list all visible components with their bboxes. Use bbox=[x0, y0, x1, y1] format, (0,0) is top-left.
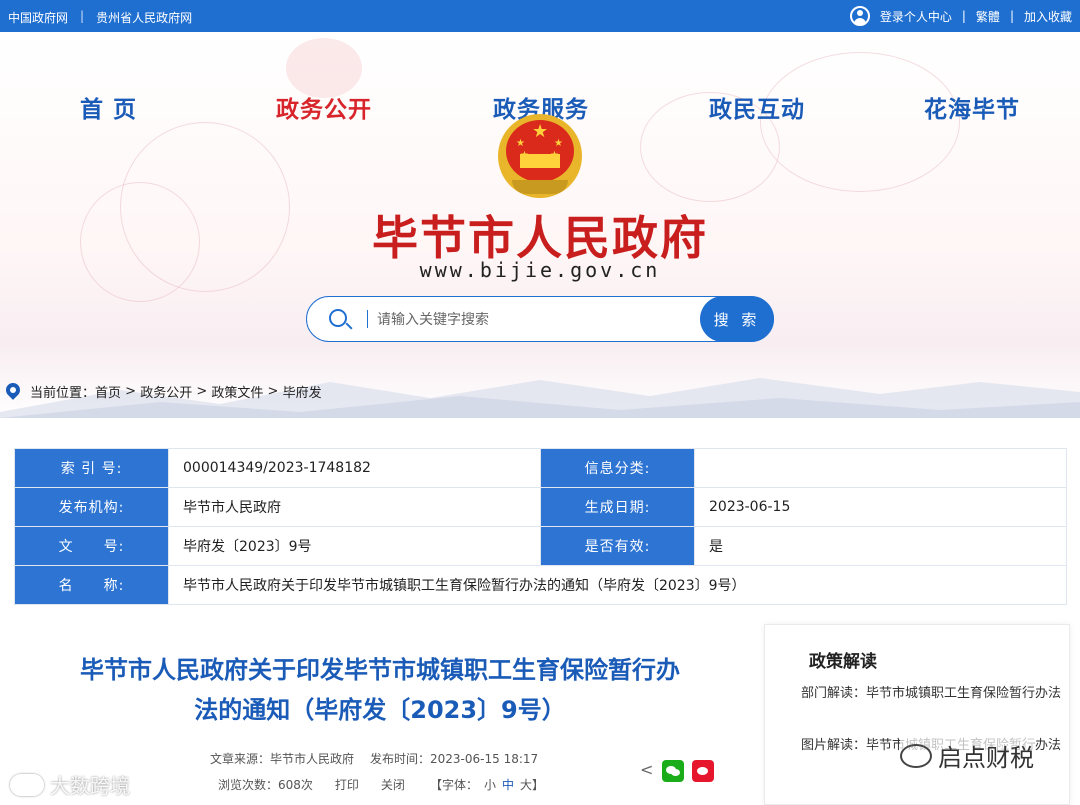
add-favorite-link[interactable]: 加入收藏 bbox=[1024, 8, 1072, 25]
watermark-right: 启点财税 bbox=[900, 738, 1034, 773]
table-row: 文 号: 毕府发〔2023〕9号 是否有效: 是 bbox=[14, 526, 1067, 566]
breadcrumb-sep: > bbox=[263, 384, 283, 399]
breadcrumb-prefix: 当前位置： bbox=[30, 386, 96, 401]
date-value: 2023-06-15 bbox=[694, 487, 1067, 527]
search-bar: 搜 索 bbox=[306, 296, 774, 342]
breadcrumb-gov-affairs[interactable]: 政务公开 bbox=[140, 382, 192, 401]
view-count: 浏览次数：608次 bbox=[218, 778, 313, 792]
decorative-flower bbox=[80, 182, 200, 302]
share-icon[interactable] bbox=[640, 760, 654, 779]
user-center-link[interactable]: 登录个人中心 bbox=[880, 8, 952, 25]
wechat-icon[interactable] bbox=[662, 760, 684, 782]
top-bar: 中国政府网 | 贵州省人民政府网 登录个人中心 | 繁體 | 加入收藏 bbox=[0, 0, 1080, 32]
separator: | bbox=[80, 9, 85, 23]
font-small-button[interactable]: 小 bbox=[484, 778, 496, 792]
watermark-right-text: 启点财税 bbox=[938, 744, 1034, 772]
info-section: 索 引 号: 000014349/2023-1748182 信息分类: 发布机构… bbox=[0, 418, 1080, 638]
breadcrumb-policy-docs[interactable]: 政策文件 bbox=[211, 382, 263, 401]
article-source: 文章来源：毕节市人民政府 bbox=[210, 752, 355, 766]
search-input[interactable] bbox=[377, 306, 697, 332]
font-label: 【字体： bbox=[429, 778, 478, 792]
publisher-label: 发布机构: bbox=[14, 487, 169, 527]
article-meta: 文章来源：毕节市人民政府 发布时间：2023-06-15 18:17 bbox=[210, 750, 538, 767]
national-emblem-icon: ★ ★ ★ ★ ★ bbox=[498, 114, 582, 198]
font-large-button[interactable]: 大】 bbox=[520, 778, 544, 792]
nav-gov-affairs-open[interactable]: 政务公开 bbox=[276, 90, 372, 124]
watermark-logo-icon bbox=[10, 773, 44, 796]
index-value: 000014349/2023-1748182 bbox=[168, 448, 541, 488]
breadcrumb: 当前位置： 首页 > 政务公开 > 政策文件 > 毕府发 bbox=[6, 382, 322, 401]
nav-interaction[interactable]: 政民互动 bbox=[709, 90, 805, 124]
index-label: 索 引 号: bbox=[14, 448, 169, 488]
name-label: 名 称: bbox=[14, 565, 169, 605]
table-row: 名 称: 毕节市人民政府关于印发毕节市城镇职工生育保险暂行办法的通知（毕府发〔2… bbox=[14, 565, 1067, 605]
breadcrumb-sep: > bbox=[192, 384, 212, 399]
weibo-icon[interactable] bbox=[692, 760, 714, 782]
location-pin-icon bbox=[6, 383, 20, 401]
share-bar bbox=[640, 760, 714, 782]
separator: | bbox=[1009, 9, 1014, 23]
policy-interpretation-panel: 政策解读 部门解读：毕节市城镇职工生育保险暂行办法 图片解读：毕节市城镇职工生育… bbox=[764, 624, 1070, 805]
breadcrumb-bifufa[interactable]: 毕府发 bbox=[283, 382, 322, 401]
article-tools: 浏览次数：608次 打印 关闭 【字体： 小中大】 bbox=[218, 776, 547, 793]
close-button[interactable]: 关闭 bbox=[381, 776, 405, 793]
article-title: 毕节市人民政府关于印发毕节市城镇职工生育保险暂行办 法的通知（毕府发〔2023〕… bbox=[30, 650, 730, 730]
font-medium-button[interactable]: 中 bbox=[502, 778, 514, 792]
article-title-line1: 毕节市人民政府关于印发毕节市城镇职工生育保险暂行办 bbox=[80, 656, 680, 684]
print-button[interactable]: 打印 bbox=[335, 776, 359, 793]
table-row: 发布机构: 毕节市人民政府 生成日期: 2023-06-15 bbox=[14, 487, 1067, 527]
traditional-chinese-link[interactable]: 繁體 bbox=[976, 8, 1000, 25]
date-label: 生成日期: bbox=[540, 487, 695, 527]
font-size-options: 【字体： 小中大】 bbox=[427, 776, 547, 793]
category-value bbox=[694, 448, 1067, 488]
watermark-logo-icon bbox=[900, 743, 932, 768]
search-icon bbox=[329, 309, 347, 327]
docno-label: 文 号: bbox=[14, 526, 169, 566]
side-item-dept-interpretation[interactable]: 部门解读：毕节市城镇职工生育保险暂行办法 bbox=[801, 683, 1061, 705]
document-info-table: 索 引 号: 000014349/2023-1748182 信息分类: 发布机构… bbox=[14, 448, 1067, 605]
publisher-value: 毕节市人民政府 bbox=[168, 487, 541, 527]
article-published: 发布时间：2023-06-15 18:17 bbox=[370, 752, 539, 766]
user-icon[interactable] bbox=[849, 6, 870, 26]
nav-flower-sea-bijie[interactable]: 花海毕节 bbox=[924, 90, 1020, 124]
separator: | bbox=[961, 9, 966, 23]
category-label: 信息分类: bbox=[540, 448, 695, 488]
article-title-line2: 法的通知（毕府发〔2023〕9号） bbox=[194, 696, 566, 724]
breadcrumb-home[interactable]: 首页 bbox=[95, 382, 121, 401]
decorative-flower bbox=[286, 38, 362, 98]
side-panel-title: 政策解读 bbox=[809, 652, 877, 672]
divider bbox=[367, 310, 368, 328]
watermark-left-text: 大数跨境 bbox=[50, 774, 130, 798]
link-gov-cn[interactable]: 中国政府网 bbox=[8, 9, 68, 26]
search-button[interactable]: 搜 索 bbox=[700, 296, 774, 342]
watermark-left: 大数跨境 bbox=[10, 770, 130, 799]
link-guizhou-gov[interactable]: 贵州省人民政府网 bbox=[96, 9, 192, 26]
valid-value: 是 bbox=[694, 526, 1067, 566]
nav-home[interactable]: 首 页 bbox=[80, 90, 137, 124]
valid-label: 是否有效: bbox=[540, 526, 695, 566]
site-url: www.bijie.gov.cn bbox=[419, 258, 661, 282]
breadcrumb-sep: > bbox=[121, 384, 141, 399]
table-row: 索 引 号: 000014349/2023-1748182 信息分类: bbox=[14, 448, 1067, 488]
name-value: 毕节市人民政府关于印发毕节市城镇职工生育保险暂行办法的通知（毕府发〔2023〕9… bbox=[168, 565, 1067, 605]
docno-value: 毕府发〔2023〕9号 bbox=[168, 526, 541, 566]
